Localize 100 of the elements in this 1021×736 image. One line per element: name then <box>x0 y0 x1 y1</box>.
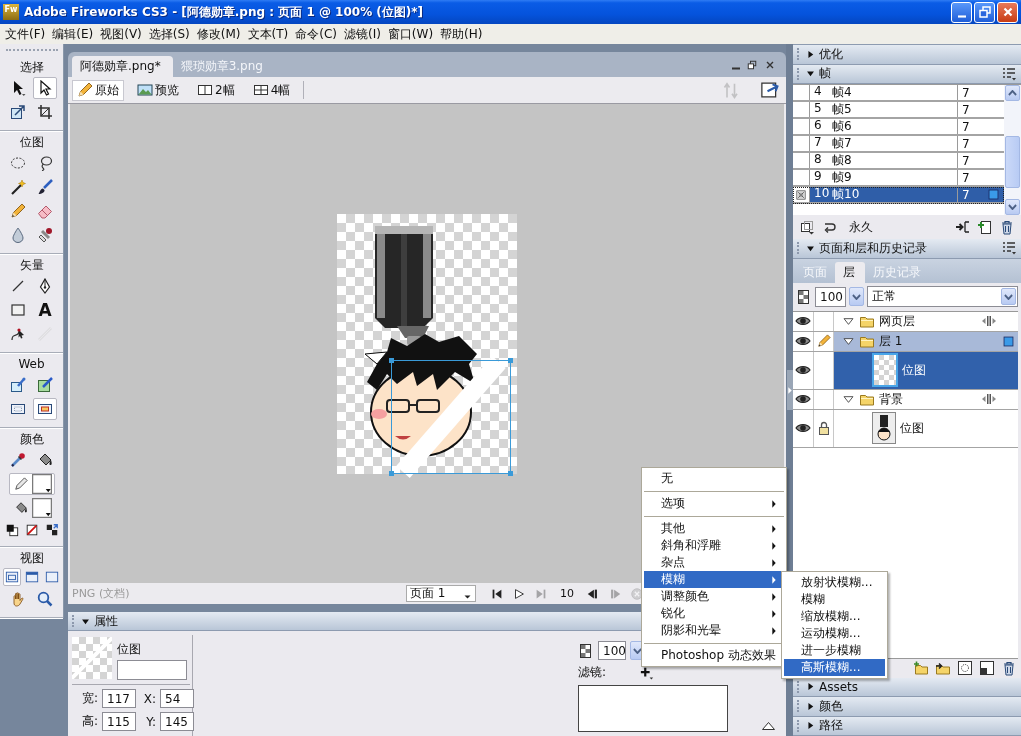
panel-header[interactable]: 优化 <box>793 45 1021 65</box>
panel-header[interactable]: Assets <box>793 677 1021 697</box>
new-bitmap-icon[interactable] <box>979 660 995 676</box>
play-icon[interactable] <box>512 586 526 601</box>
menu-item[interactable]: 选择(S) <box>145 25 193 43</box>
zoom-icon <box>37 591 53 607</box>
frame-delay: 7 <box>962 170 970 185</box>
blend-mode-select[interactable]: 正常 <box>867 286 1018 307</box>
menu-item[interactable]: 模糊 <box>784 591 885 608</box>
dimension-field[interactable]: 145 <box>160 712 194 731</box>
selection-frame[interactable] <box>389 357 513 476</box>
page-select[interactable]: 页面 1 <box>406 585 476 602</box>
distribute-to-frames-icon[interactable] <box>955 219 971 235</box>
menu-item[interactable]: 斜角和浮雕 <box>644 537 784 554</box>
dimension-field[interactable]: 54 <box>160 689 194 708</box>
text-tool-button[interactable]: A <box>33 299 57 321</box>
menu-item[interactable]: 无 <box>644 470 784 487</box>
pencil-icon <box>13 477 28 491</box>
menu-item[interactable]: 调整颜色 <box>644 588 784 605</box>
minimize-icon[interactable] <box>732 66 740 70</box>
panel-header[interactable]: 路径 <box>793 716 1021 736</box>
view-mode-tab[interactable]: 2幅 <box>192 79 240 101</box>
expand-triangle-icon[interactable] <box>762 722 775 730</box>
minimize-button[interactable] <box>951 1 972 23</box>
dimension-label: 宽: <box>80 690 99 707</box>
opacity-field[interactable]: 100 <box>815 286 846 307</box>
menu-item[interactable]: 杂点 <box>644 554 784 571</box>
tool-group-title: Web <box>17 356 46 373</box>
menu-item[interactable]: 修改(M) <box>193 25 244 43</box>
panel-title: 帧 <box>819 65 831 83</box>
dimension-field[interactable]: 117 <box>102 689 136 708</box>
frame-row[interactable]: 8 帧8 7 <box>793 153 1004 170</box>
panel-collapse-handle[interactable] <box>786 370 793 410</box>
frame-row[interactable]: 4 帧4 7 <box>793 85 1004 102</box>
trash-icon[interactable] <box>999 219 1015 235</box>
menu-item[interactable]: 选项 <box>644 495 784 512</box>
menu-item[interactable]: 滤镜(I) <box>340 25 384 43</box>
menu-item[interactable]: 放射状模糊... <box>784 574 885 591</box>
loop-count-label[interactable]: 永久 <box>849 218 873 236</box>
frame-number: 7 <box>814 135 823 151</box>
trash-icon[interactable] <box>1001 660 1017 676</box>
document-tab[interactable]: 阿德勋章.png* <box>72 56 173 77</box>
export-icon[interactable] <box>760 80 780 100</box>
show-slices-icon <box>37 401 53 417</box>
panel-tab[interactable]: 层 <box>835 261 865 283</box>
scroll-up-button[interactable] <box>1005 85 1020 101</box>
panel-header[interactable]: 页面和层和历史记录 <box>793 239 1021 259</box>
folder-arrow-icon[interactable] <box>935 660 951 676</box>
close-button[interactable] <box>997 1 1018 23</box>
opacity-field[interactable]: 100 <box>598 641 626 660</box>
view-mode-tab[interactable]: 预览 <box>132 79 184 101</box>
object-row[interactable]: 位图 <box>834 351 1018 389</box>
panel-title: 路径 <box>819 717 843 735</box>
menu-item[interactable]: Photoshop 动态效果 <box>644 647 784 664</box>
new-frame-icon[interactable] <box>977 219 993 235</box>
menu-item[interactable]: 模糊 <box>644 571 784 588</box>
layer-row[interactable]: 背景 <box>834 389 1018 409</box>
frame-delay: 7 <box>962 153 970 168</box>
frame-name: 帧5 <box>832 101 852 118</box>
restore-button[interactable] <box>974 1 995 23</box>
filters-list[interactable] <box>578 685 728 732</box>
restore-icon[interactable] <box>746 58 758 71</box>
layer-row[interactable]: 网页层 <box>834 311 1018 331</box>
panel-header[interactable]: 帧 <box>793 64 1021 84</box>
folder-plus-icon[interactable] <box>913 660 929 676</box>
panel-header[interactable]: 颜色 <box>793 697 1021 717</box>
menu-item[interactable]: 文件(F) <box>2 25 49 43</box>
frame-row[interactable]: 5 帧5 7 <box>793 102 1004 119</box>
scroll-down-button[interactable] <box>1005 199 1020 215</box>
view-mode-tab[interactable]: 4幅 <box>247 79 296 101</box>
menu-item[interactable]: 运动模糊... <box>784 625 885 642</box>
dropdown-button[interactable] <box>849 287 864 306</box>
magic-wand-icon <box>10 179 26 195</box>
object-name-field[interactable] <box>117 660 187 680</box>
tool-button[interactable] <box>33 398 57 420</box>
frame-row[interactable]: 7 帧7 7 <box>793 136 1004 153</box>
object-row[interactable]: 位图 <box>834 409 1018 447</box>
menu-item[interactable]: 进一步模糊 <box>784 642 885 659</box>
menu-item[interactable]: 高斯模糊... <box>784 659 885 676</box>
tool-button[interactable] <box>33 77 57 99</box>
onion-skin-icon[interactable] <box>799 219 815 235</box>
menu-item[interactable]: 文本(T) <box>244 25 292 43</box>
default-colors-icon <box>4 523 19 537</box>
dimension-field[interactable]: 115 <box>102 712 136 731</box>
stroke-color-button[interactable] <box>8 473 55 495</box>
menu-item[interactable]: 编辑(E) <box>49 25 97 43</box>
line-icon <box>10 278 26 294</box>
menu-item[interactable]: 帮助(H) <box>437 25 486 43</box>
menu-item[interactable]: 视图(V) <box>97 25 145 43</box>
add-mask-icon[interactable] <box>957 660 973 676</box>
frame-row[interactable]: 6 帧6 7 <box>793 119 1004 136</box>
panel-menu-icon[interactable] <box>1001 65 1017 82</box>
menu-item[interactable]: 命令(C) <box>292 25 340 43</box>
scrollbar-thumb[interactable] <box>1005 136 1020 188</box>
menu-item[interactable]: 窗口(W) <box>384 25 437 43</box>
view-mode-tab[interactable]: 原始 <box>72 79 124 101</box>
menu-item[interactable]: 其他 <box>644 520 784 537</box>
panel-menu-icon[interactable] <box>1001 240 1017 257</box>
menu-item[interactable]: 缩放模糊... <box>784 608 885 625</box>
frame-row[interactable]: 10 帧10 7 <box>793 187 1004 204</box>
